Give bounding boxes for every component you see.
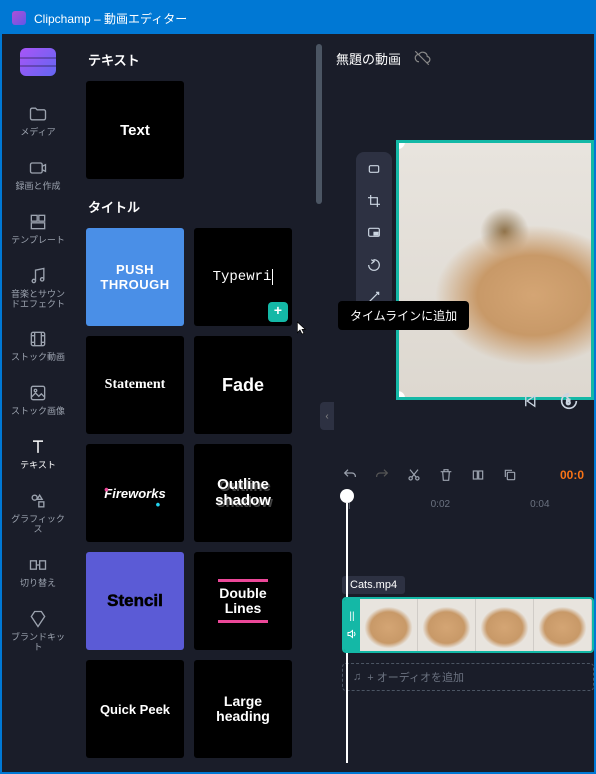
pip-icon[interactable] [364, 224, 384, 242]
resize-handle-bl[interactable] [396, 391, 405, 400]
panel-collapse-button[interactable]: ‹ [320, 402, 334, 430]
app-icon [12, 11, 26, 25]
add-audio-track[interactable]: ♫ + オーディオを追加 [342, 663, 594, 691]
tile-large-heading[interactable]: Large heading [194, 660, 292, 758]
app-logo[interactable] [20, 48, 56, 76]
clip-thumbnail [418, 599, 476, 651]
tile-statement[interactable]: Statement [86, 336, 184, 434]
video-clip[interactable]: || [342, 597, 594, 653]
timeline: 00:0 | 0:02 0:04 Cats.mp4 || ♫ + オーディオを追… [332, 457, 594, 772]
resize-handle-tl[interactable] [396, 140, 405, 149]
image-icon [28, 383, 48, 403]
sidebar-item-transitions[interactable]: 切り替え [7, 549, 69, 595]
tile-quick-peek[interactable]: Quick Peek [86, 660, 184, 758]
tile-push-through[interactable]: PUSH THROUGH [86, 228, 184, 326]
film-icon [28, 329, 48, 349]
titlebar: Clipchamp – 動画エディター [2, 2, 594, 34]
fit-icon[interactable] [364, 160, 384, 178]
sidebar-item-record[interactable]: 録画と作成 [7, 152, 69, 198]
clip-name-label: Cats.mp4 [342, 576, 405, 594]
sidebar-item-stock-image[interactable]: ストック画像 [7, 377, 69, 423]
duplicate-icon[interactable] [502, 467, 518, 483]
redo-icon[interactable] [374, 467, 390, 483]
sidebar-item-brand[interactable]: ブランドキット [7, 603, 69, 659]
tile-double-lines[interactable]: Double Lines [194, 552, 292, 650]
preview-header: 無題の動画 [322, 34, 594, 82]
preview-toolbar [356, 152, 392, 314]
skip-back-icon[interactable] [522, 392, 540, 410]
split-icon[interactable] [470, 467, 486, 483]
sidebar-item-graphics[interactable]: グラフィックス [7, 485, 69, 541]
rotate-icon[interactable] [364, 256, 384, 274]
clip-thumbnail [360, 599, 418, 651]
playback-controls: 5 [522, 390, 580, 412]
transition-icon [28, 555, 48, 575]
trash-icon[interactable] [438, 467, 454, 483]
tooltip-add-to-timeline: タイムラインに追加 [338, 301, 469, 330]
volume-icon[interactable] [346, 628, 358, 640]
timecode: 00:0 [560, 468, 584, 482]
cut-icon[interactable] [406, 467, 422, 483]
video-preview[interactable] [396, 140, 594, 400]
shapes-icon [28, 491, 48, 511]
text-panel: テキスト Text タイトル PUSH THROUGH Typewri + St… [74, 34, 322, 772]
sidebar-item-media[interactable]: メディア [7, 98, 69, 144]
template-icon [28, 212, 48, 232]
music-icon [28, 266, 48, 286]
section-text-heading: テキスト [88, 50, 314, 69]
playhead[interactable] [340, 489, 354, 503]
rewind-5-icon[interactable]: 5 [558, 390, 580, 412]
add-to-timeline-button[interactable]: + [268, 302, 288, 322]
window-title: Clipchamp – 動画エディター [34, 10, 187, 27]
sidebar-item-music[interactable]: 音楽とサウンドエフェクト [7, 260, 69, 316]
svg-text:5: 5 [566, 398, 570, 407]
sidebar-item-text[interactable]: テキスト [7, 431, 69, 477]
undo-icon[interactable] [342, 467, 358, 483]
cloud-off-icon [413, 49, 431, 67]
tile-typewriter[interactable]: Typewri + [194, 228, 292, 326]
clip-left-handle[interactable]: || [344, 599, 360, 651]
text-icon [28, 437, 48, 457]
sidebar-item-stock-video[interactable]: ストック動画 [7, 323, 69, 369]
tile-outline-shadow[interactable]: Outline shadow [194, 444, 292, 542]
pause-icon: || [349, 611, 354, 622]
brand-icon [28, 609, 48, 629]
crop-icon[interactable] [364, 192, 384, 210]
camera-icon [28, 158, 48, 178]
tile-fade[interactable]: Fade [194, 336, 292, 434]
tile-plain-text[interactable]: Text [86, 81, 184, 179]
section-title-heading: タイトル [88, 197, 314, 216]
timeline-ruler[interactable]: | 0:02 0:04 [332, 493, 594, 515]
tile-stencil[interactable]: Stencil [86, 552, 184, 650]
sidebar: メディア 録画と作成 テンプレート 音楽とサウンドエフェクト ストック動画 スト… [2, 34, 74, 772]
sidebar-item-templates[interactable]: テンプレート [7, 206, 69, 252]
folder-icon [28, 104, 48, 124]
clip-thumbnail [476, 599, 534, 651]
music-note-icon: ♫ [353, 671, 361, 683]
timeline-toolbar: 00:0 [332, 457, 594, 493]
project-title[interactable]: 無題の動画 [336, 49, 401, 68]
tile-fireworks[interactable]: Fireworks [86, 444, 184, 542]
clip-thumbnail [534, 599, 592, 651]
